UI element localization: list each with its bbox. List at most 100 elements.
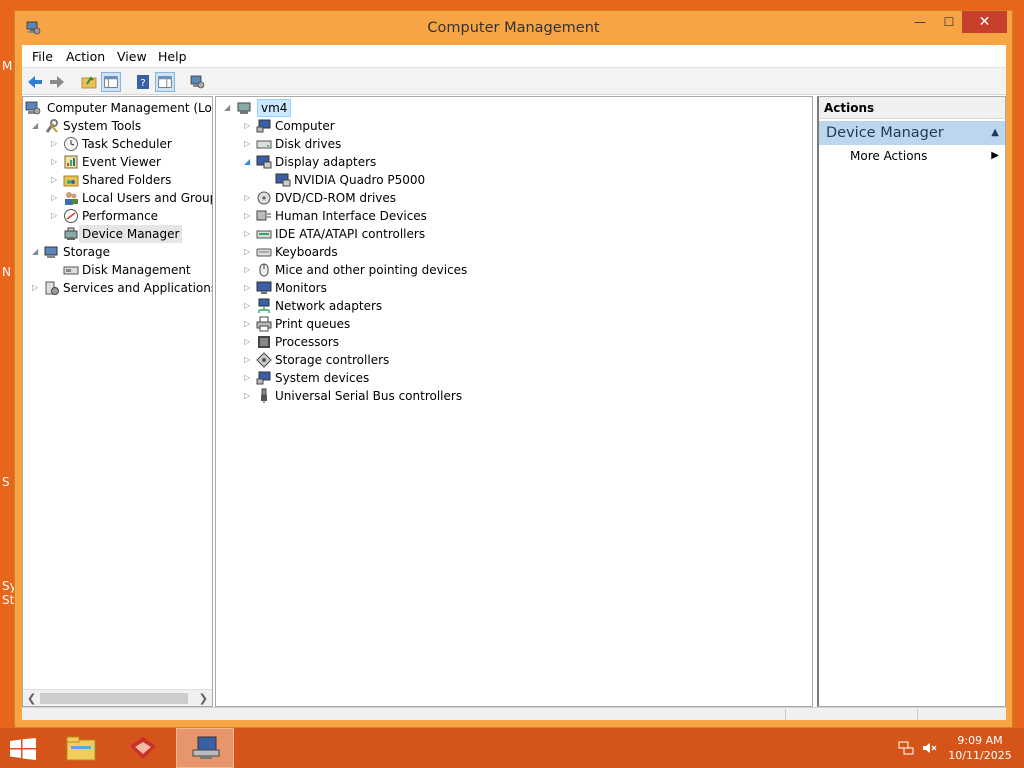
windows-start-icon[interactable] — [10, 738, 36, 760]
tree-label: Disk drives — [275, 137, 342, 151]
expanded-arrow-icon[interactable]: ◢ — [244, 153, 254, 171]
collapsed-arrow-icon[interactable]: ▷ — [244, 351, 254, 369]
file-explorer-icon — [66, 736, 96, 761]
collapsed-arrow-icon[interactable]: ▷ — [32, 279, 42, 297]
network-icon[interactable] — [898, 741, 914, 755]
minimize-button[interactable]: — — [908, 11, 932, 33]
show-hide-tree-icon[interactable] — [101, 72, 121, 92]
menu-action[interactable]: Action — [66, 49, 105, 64]
horizontal-scrollbar[interactable]: ❮ ❯ — [23, 689, 212, 706]
collapsed-arrow-icon[interactable]: ▷ — [244, 261, 254, 279]
taskbar: 9:09 AM 10/11/2025 — [0, 728, 1024, 768]
collapsed-arrow-icon[interactable]: ▷ — [244, 225, 254, 243]
computer-management-icon — [192, 736, 220, 759]
help-icon[interactable]: ? — [133, 72, 153, 92]
taskbar-app-red[interactable] — [114, 728, 172, 768]
keyboard-icon — [256, 248, 272, 257]
collapsed-arrow-icon[interactable]: ▷ — [244, 369, 254, 387]
actions-section-device-manager[interactable]: Device Manager ▲ — [819, 121, 1005, 145]
svg-text:?: ? — [140, 78, 145, 89]
collapsed-arrow-icon[interactable]: ▷ — [244, 117, 254, 135]
menu-view[interactable]: View — [117, 49, 147, 64]
display-adapter-icon — [275, 173, 291, 187]
menu-file[interactable]: File — [32, 49, 53, 64]
back-icon[interactable] — [25, 72, 45, 92]
collapsed-arrow-icon[interactable]: ▷ — [51, 207, 61, 225]
tree-label: Performance — [82, 209, 159, 223]
monitor-icon — [256, 281, 272, 294]
computer-icon[interactable] — [187, 72, 207, 92]
actions-header: Actions — [819, 97, 1005, 119]
printer-icon — [256, 316, 272, 332]
taskbar-computer-management[interactable] — [176, 728, 234, 768]
tree-label: Local Users and Groups — [82, 191, 213, 205]
collapsed-arrow-icon[interactable]: ▷ — [244, 189, 254, 207]
window-title: Computer Management — [427, 20, 600, 36]
display-adapter-icon — [256, 155, 272, 169]
collapsed-arrow-icon[interactable]: ▷ — [244, 297, 254, 315]
users-icon — [65, 192, 78, 205]
tree-label: Display adapters — [275, 155, 377, 169]
storage-icon — [44, 246, 58, 258]
services-icon — [45, 281, 59, 295]
tree-label: Task Scheduler — [82, 137, 172, 151]
collapse-up-icon[interactable]: ▲ — [991, 121, 999, 145]
speaker-muted-icon[interactable] — [922, 741, 938, 755]
title-bar[interactable]: Computer Management — ☐ ✕ — [15, 11, 1012, 45]
clock-time: 9:09 AM — [957, 734, 1003, 747]
up-folder-icon[interactable] — [79, 72, 99, 92]
clock-date: 10/11/2025 — [948, 749, 1012, 762]
desktop-icon-label: N — [2, 265, 11, 279]
maximize-button[interactable]: ☐ — [937, 11, 961, 33]
tree-label: Human Interface Devices — [275, 209, 427, 223]
collapsed-arrow-icon[interactable]: ▷ — [244, 135, 254, 153]
expanded-arrow-icon[interactable]: ◢ — [32, 117, 42, 135]
red-app-icon — [130, 737, 156, 759]
tree-label: Monitors — [275, 281, 327, 295]
tree-label: Computer Management (Local — [47, 101, 213, 115]
tree-label: DVD/CD-ROM drives — [275, 191, 397, 205]
collapsed-arrow-icon[interactable]: ▷ — [244, 243, 254, 261]
clock[interactable]: 9:09 AM 10/11/2025 — [940, 733, 1020, 763]
scroll-thumb[interactable] — [40, 693, 188, 704]
taskbar-file-explorer[interactable] — [52, 728, 110, 768]
collapsed-arrow-icon[interactable]: ▷ — [244, 333, 254, 351]
menu-bar: File Action View Help — [22, 45, 1006, 67]
status-bar — [22, 707, 1006, 720]
collapsed-arrow-icon[interactable]: ▷ — [244, 279, 254, 297]
desktop-icon-label: M — [2, 59, 13, 73]
tree-label: Storage — [63, 245, 110, 259]
computer-icon — [256, 119, 271, 133]
actions-pane: Actions Device Manager ▲ More Actions ▶ — [817, 96, 1006, 707]
menu-help[interactable]: Help — [158, 49, 187, 64]
submenu-arrow-icon[interactable]: ▶ — [991, 147, 999, 165]
tree-label: Disk Management — [82, 263, 191, 277]
close-button[interactable]: ✕ — [962, 11, 1007, 33]
tree-label: System Tools — [63, 119, 142, 133]
scroll-left-icon[interactable]: ❮ — [27, 690, 36, 706]
collapsed-arrow-icon[interactable]: ▷ — [51, 171, 61, 189]
properties-icon[interactable] — [155, 72, 175, 92]
tree-label: Keyboards — [275, 245, 338, 259]
scroll-right-icon[interactable]: ❯ — [199, 690, 208, 706]
expanded-arrow-icon[interactable]: ◢ — [224, 99, 234, 117]
collapsed-arrow-icon[interactable]: ▷ — [51, 189, 61, 207]
dvd-drive-icon — [257, 191, 271, 205]
computer-management-icon — [25, 101, 41, 115]
expanded-arrow-icon[interactable]: ◢ — [32, 243, 42, 261]
tree-label: System devices — [275, 371, 370, 385]
collapsed-arrow-icon[interactable]: ▷ — [244, 315, 254, 333]
tree-label: Shared Folders — [82, 173, 172, 187]
forward-icon[interactable] — [47, 72, 67, 92]
tree-label: Print queues — [275, 317, 351, 331]
more-actions-item[interactable]: More Actions — [850, 147, 927, 165]
desktop-icon-label: S — [2, 475, 10, 489]
actions-section-label: Device Manager — [826, 125, 944, 141]
system-tools-icon — [45, 119, 58, 133]
collapsed-arrow-icon[interactable]: ▷ — [51, 153, 61, 171]
collapsed-arrow-icon[interactable]: ▷ — [244, 207, 254, 225]
usb-icon — [261, 388, 267, 403]
collapsed-arrow-icon[interactable]: ▷ — [244, 387, 254, 405]
collapsed-arrow-icon[interactable]: ▷ — [51, 135, 61, 153]
processor-icon — [258, 336, 270, 348]
